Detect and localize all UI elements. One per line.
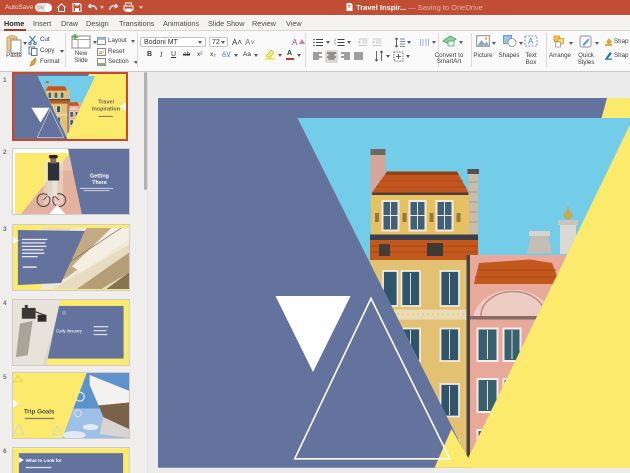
svg-text:Travel: Travel [98, 99, 114, 105]
svg-text:A: A [528, 37, 534, 46]
svg-text:Trip Goals: Trip Goals [24, 408, 55, 415]
svg-text:What to Look for: What to Look for [26, 457, 62, 462]
svg-text:2: 2 [334, 42, 336, 46]
svg-text:There: There [92, 179, 107, 185]
svg-text:Getting: Getting [90, 173, 109, 179]
svg-text:Inspiration: Inspiration [92, 106, 121, 112]
svg-text:Daily Itinerary: Daily Itinerary [56, 328, 83, 333]
